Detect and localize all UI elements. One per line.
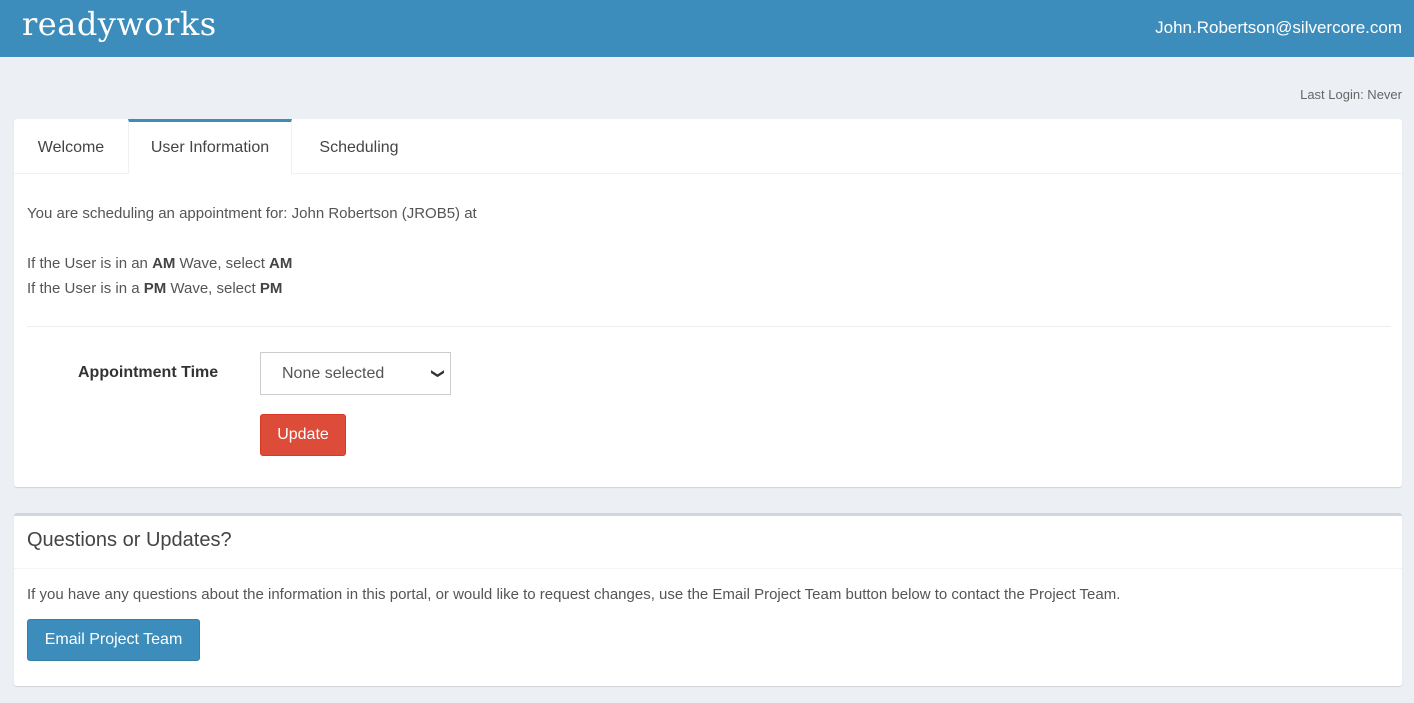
am-instruction: If the User is in an AM Wave, select AM xyxy=(27,255,292,272)
questions-text: If you have any questions about the info… xyxy=(27,586,1121,603)
appointment-time-select[interactable]: None selected ❮ xyxy=(260,352,451,395)
appointment-time-value: None selected xyxy=(282,365,385,382)
logo[interactable]: readyworks xyxy=(22,5,217,43)
am-prefix: If the User is in an xyxy=(27,255,153,272)
am-bold-2: AM xyxy=(269,255,293,272)
tab-scheduling[interactable]: Scheduling xyxy=(292,119,426,174)
pm-bold-2: PM xyxy=(259,280,283,297)
scheduling-text: You are scheduling an appointment for: J… xyxy=(27,205,477,222)
tab-bar: Welcome User Information Scheduling xyxy=(14,119,1402,174)
user-email[interactable]: John.Robertson@silvercore.com xyxy=(1155,18,1402,38)
chevron-down-icon: ❮ xyxy=(429,368,445,379)
pm-instruction: If the User is in a PM Wave, select PM xyxy=(27,280,282,297)
email-project-team-button[interactable]: Email Project Team xyxy=(27,619,200,661)
pm-prefix: If the User is in a xyxy=(27,280,144,297)
last-login: Last Login: Never xyxy=(1300,87,1402,102)
update-button[interactable]: Update xyxy=(260,414,346,456)
questions-divider xyxy=(14,568,1402,569)
user-info-panel: Welcome User Information Scheduling You … xyxy=(14,119,1402,487)
am-bold-1: AM xyxy=(152,255,176,272)
top-bar: readyworks John.Robertson@silvercore.com xyxy=(0,0,1414,57)
tab-welcome[interactable]: Welcome xyxy=(14,119,128,174)
divider xyxy=(27,326,1391,327)
pm-bold-1: PM xyxy=(143,280,167,297)
questions-title: Questions or Updates? xyxy=(27,529,232,551)
questions-panel: Questions or Updates? If you have any qu… xyxy=(14,513,1402,686)
am-middle: Wave, select xyxy=(175,255,270,272)
tab-user-information[interactable]: User Information xyxy=(128,119,292,174)
pm-middle: Wave, select xyxy=(166,280,260,297)
appointment-time-label: Appointment Time xyxy=(78,364,219,381)
